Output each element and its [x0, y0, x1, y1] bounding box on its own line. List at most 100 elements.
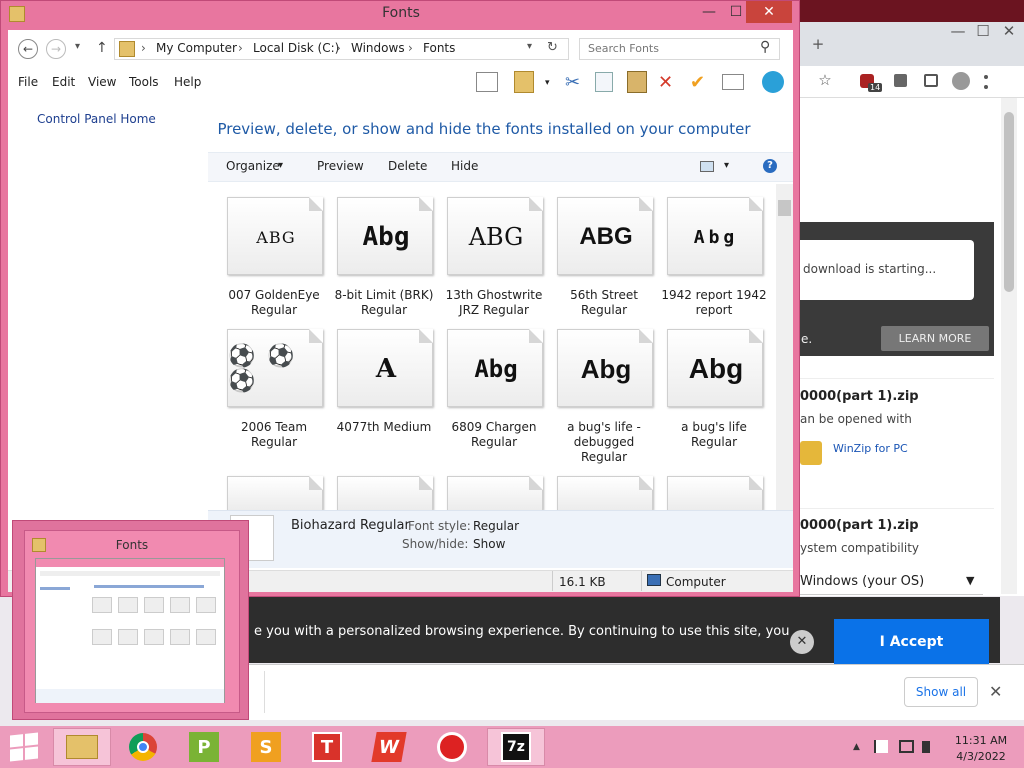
- download-shelf-close-button[interactable]: ✕: [989, 682, 1002, 701]
- checkmark-icon[interactable]: ✔: [690, 72, 705, 93]
- browser-scroll-thumb[interactable]: [1004, 112, 1014, 292]
- bookmark-star-icon[interactable]: ☆: [814, 71, 836, 89]
- address-dropdown-button[interactable]: ▾: [527, 41, 532, 52]
- font-tile[interactable]: [447, 476, 543, 510]
- accept-button[interactable]: I Accept: [834, 619, 989, 665]
- font-tile[interactable]: [337, 476, 433, 510]
- organize-button[interactable]: Organize: [226, 159, 280, 173]
- search-icon[interactable]: ⚲: [760, 39, 770, 55]
- thumbnail-titlebar: [36, 559, 224, 567]
- winzip-link[interactable]: WinZip for PC: [833, 442, 908, 455]
- font-tile[interactable]: A: [337, 329, 433, 407]
- delete-icon[interactable]: ✕: [658, 72, 673, 93]
- file-card-1: 0000(part 1).zip an be opened with WinZi…: [800, 378, 994, 496]
- show-all-button[interactable]: Show all: [904, 677, 978, 707]
- font-tile[interactable]: Abg: [447, 329, 543, 407]
- layout-pane-icon[interactable]: [476, 72, 498, 92]
- font-tile[interactable]: Abg: [337, 197, 433, 275]
- breadcrumb-fonts[interactable]: Fonts: [423, 41, 455, 55]
- breadcrumb-windows[interactable]: Windows: [351, 41, 405, 55]
- preview-button[interactable]: Preview: [317, 159, 364, 173]
- chevron-down-icon[interactable]: ▾: [545, 78, 550, 88]
- menu-edit[interactable]: Edit: [52, 75, 75, 89]
- clock-date: 4/3/2022: [956, 750, 1006, 763]
- taskbar-app-w[interactable]: W: [360, 728, 418, 766]
- minimize-button[interactable]: —: [697, 1, 721, 23]
- properties-icon[interactable]: [722, 74, 744, 90]
- profile-avatar[interactable]: [952, 72, 970, 90]
- font-tile[interactable]: Abg: [667, 329, 763, 407]
- copy-icon[interactable]: [595, 72, 613, 92]
- browser-close-button[interactable]: ✕: [998, 22, 1020, 40]
- network-icon[interactable]: [899, 740, 914, 753]
- selected-font-name: Biohazard Regular: [291, 518, 410, 533]
- menu-view[interactable]: View: [88, 75, 116, 89]
- cookie-close-button[interactable]: ✕: [790, 630, 814, 654]
- taskbar-file-explorer[interactable]: [53, 728, 111, 766]
- breadcrumb-my-computer[interactable]: My Computer: [156, 41, 237, 55]
- hide-button[interactable]: Hide: [451, 159, 478, 173]
- up-button[interactable]: ↑: [96, 40, 108, 56]
- browser-maximize-button[interactable]: ☐: [972, 22, 994, 40]
- side-panel-icon[interactable]: [924, 74, 938, 87]
- font-name: 6809 Chargen Regular: [451, 420, 537, 449]
- os-select[interactable]: Windows (your OS) ▼: [800, 569, 983, 595]
- new-tab-button[interactable]: +: [807, 35, 829, 53]
- font-sample: Abg: [688, 353, 744, 384]
- help-icon[interactable]: ?: [763, 159, 777, 173]
- desktop-background: [800, 0, 1024, 22]
- font-tile[interactable]: Abg: [557, 329, 653, 407]
- font-tile[interactable]: ABG: [557, 197, 653, 275]
- font-tile[interactable]: [667, 476, 763, 510]
- font-tile[interactable]: [227, 476, 323, 510]
- chevron-down-icon[interactable]: ▾: [278, 160, 283, 171]
- forward-button[interactable]: →: [46, 39, 66, 59]
- taskbar-power-app[interactable]: [423, 728, 481, 766]
- breadcrumb-local-disk[interactable]: Local Disk (C:): [253, 41, 339, 55]
- font-tile[interactable]: ABG: [447, 197, 543, 275]
- computer-icon: [647, 574, 661, 586]
- view-options-icon[interactable]: [700, 161, 714, 172]
- font-name: 8-bit Limit (BRK) Regular: [334, 288, 434, 317]
- cut-icon[interactable]: ✂: [565, 72, 580, 93]
- control-panel-home-link[interactable]: Control Panel Home: [37, 112, 156, 126]
- font-name: 2006 Team Regular: [240, 420, 308, 449]
- delete-button[interactable]: Delete: [388, 159, 427, 173]
- globe-icon[interactable]: [762, 71, 784, 93]
- close-button[interactable]: ✕: [746, 1, 792, 23]
- paste-icon[interactable]: [627, 71, 647, 93]
- font-tile[interactable]: [557, 476, 653, 510]
- folder-options-icon[interactable]: [514, 71, 534, 93]
- fonts-scrollbar[interactable]: [776, 184, 793, 510]
- volume-muted-icon[interactable]: [922, 741, 930, 753]
- taskbar-app-s[interactable]: S: [237, 728, 295, 766]
- menu-help[interactable]: Help: [174, 75, 201, 89]
- action-center-flag-icon[interactable]: [874, 740, 888, 753]
- recent-locations-button[interactable]: ▾: [75, 41, 80, 52]
- taskbar-7zip[interactable]: 7z: [487, 728, 545, 766]
- font-tile[interactable]: ABG: [227, 197, 323, 275]
- show-hide-label: Show/hide:: [402, 537, 469, 551]
- system-clock[interactable]: 11:31 AM 4/3/2022: [944, 733, 1018, 765]
- taskbar-app-t[interactable]: T: [298, 728, 356, 766]
- thumbnail-heading: [94, 585, 204, 588]
- back-button[interactable]: ←: [18, 39, 38, 59]
- font-tile[interactable]: Abg: [667, 197, 763, 275]
- font-tile[interactable]: ⚽ ⚽ ⚽: [227, 329, 323, 407]
- chrome-menu-icon[interactable]: [984, 75, 988, 89]
- taskbar-chrome[interactable]: [114, 728, 172, 766]
- start-button[interactable]: [10, 732, 38, 762]
- browser-minimize-button[interactable]: —: [947, 22, 969, 40]
- fonts-scroll-thumb[interactable]: [778, 200, 791, 216]
- refresh-button[interactable]: ↻: [547, 40, 558, 55]
- menu-file[interactable]: File: [18, 75, 38, 89]
- extensions-puzzle-icon[interactable]: [894, 74, 907, 87]
- presentation-app-icon: P: [189, 732, 219, 762]
- learn-more-button[interactable]: LEARN MORE: [881, 326, 989, 351]
- chevron-down-icon[interactable]: ▾: [724, 160, 729, 171]
- tray-overflow-button[interactable]: ▲: [853, 742, 860, 752]
- maximize-button[interactable]: ☐: [724, 1, 748, 23]
- thumbnail-title: Fonts: [115, 538, 149, 552]
- taskbar-app-p[interactable]: P: [175, 728, 233, 766]
- menu-tools[interactable]: Tools: [129, 75, 159, 89]
